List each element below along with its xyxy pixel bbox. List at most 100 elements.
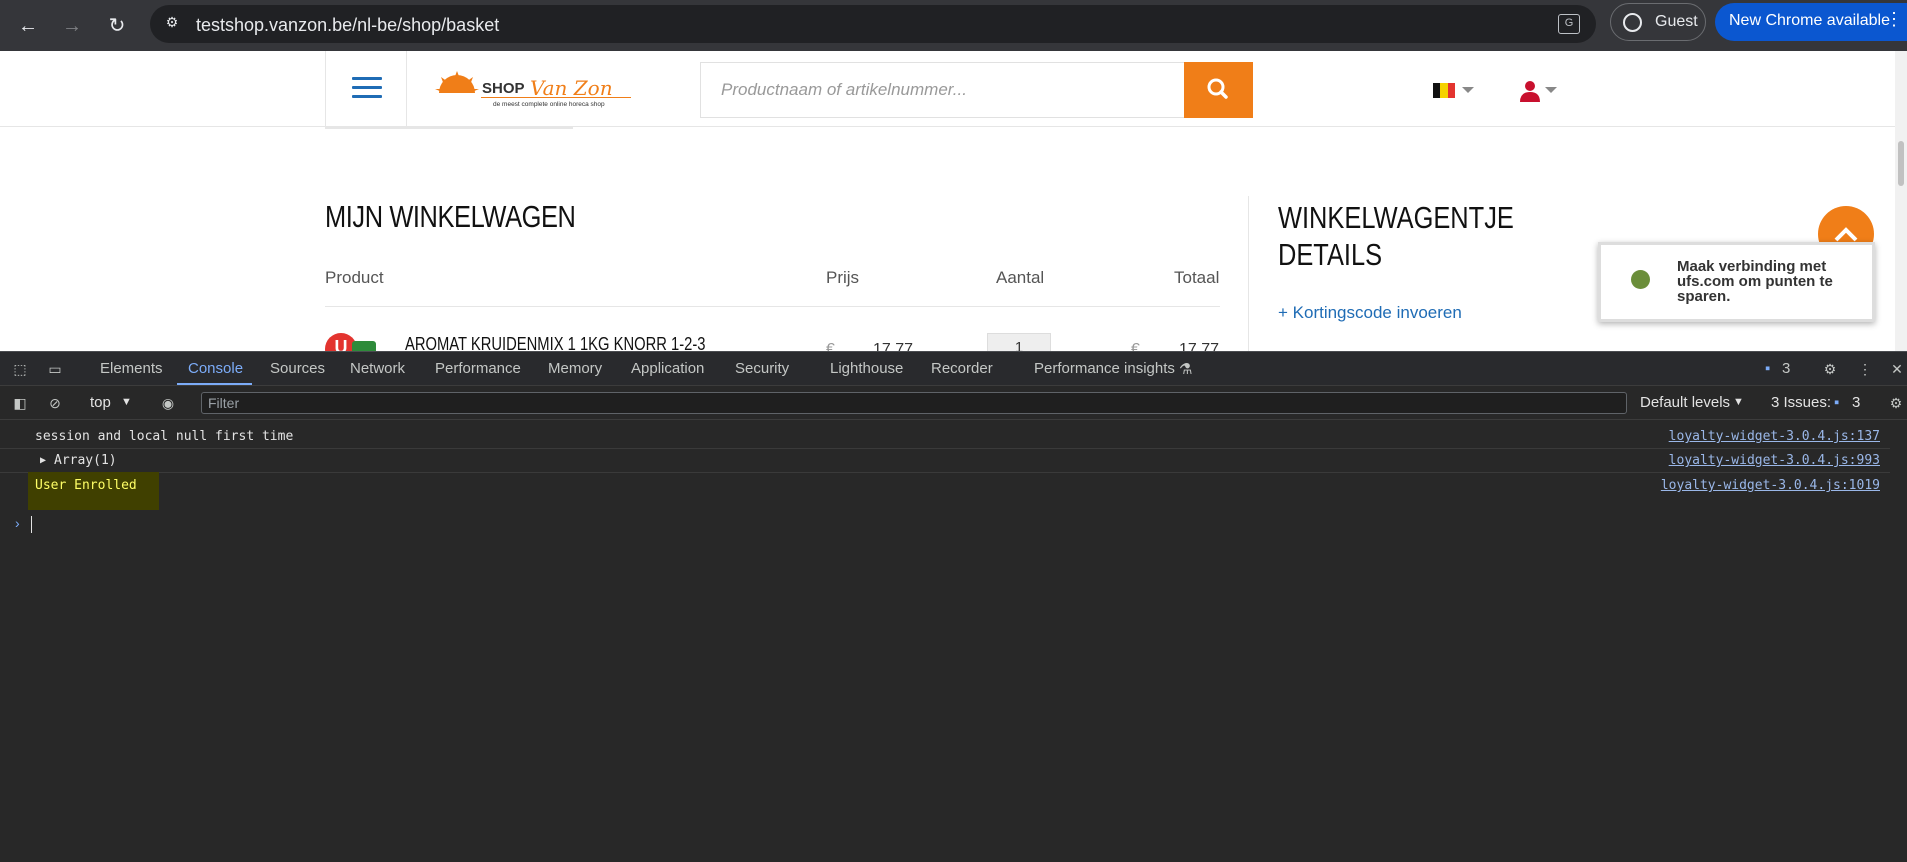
quantity-input[interactable]: 1 bbox=[987, 333, 1051, 351]
chevron-down-icon[interactable]: ▼ bbox=[1733, 396, 1744, 408]
profile-icon bbox=[1623, 13, 1642, 32]
search-button[interactable] bbox=[1184, 62, 1253, 118]
tab-recorder[interactable]: Recorder bbox=[931, 360, 993, 377]
tab-performance[interactable]: Performance bbox=[435, 360, 521, 377]
devtools-panel: ⬚ ▭ Elements Console Sources Network Per… bbox=[0, 351, 1907, 862]
eye-icon[interactable]: ◉ bbox=[159, 394, 177, 412]
inspect-element-icon[interactable]: ⬚ bbox=[11, 360, 29, 378]
chevron-down-icon[interactable]: ▼ bbox=[121, 396, 132, 408]
tab-console[interactable]: Console bbox=[188, 360, 243, 377]
log-source-link[interactable]: loyalty-widget-3.0.4.js:993 bbox=[1669, 453, 1880, 468]
issues-message-icon: ▪ bbox=[1834, 394, 1840, 411]
divider bbox=[325, 127, 573, 129]
product-name[interactable]: AROMAT KRUIDENMIX 1 1KG KNORR 1-2-3 bbox=[405, 334, 705, 351]
status-dot-icon bbox=[1631, 270, 1650, 289]
divider bbox=[325, 306, 1220, 307]
menu-icon bbox=[352, 77, 382, 99]
console-message: session and local null first time loyalt… bbox=[0, 425, 1890, 449]
tab-network[interactable]: Network bbox=[350, 360, 405, 377]
clear-console-icon[interactable]: ⊘ bbox=[46, 394, 64, 412]
price-value: 17,77 bbox=[873, 341, 914, 351]
new-chrome-available-button[interactable]: New Chrome available ⋮ bbox=[1715, 3, 1907, 41]
svg-text:de meest complete online horec: de meest complete online horeca shop bbox=[493, 101, 605, 108]
search-icon bbox=[1207, 78, 1228, 99]
translate-icon[interactable]: G bbox=[1558, 14, 1580, 34]
active-tab-indicator bbox=[177, 383, 252, 385]
chevron-down-icon[interactable] bbox=[1545, 87, 1557, 93]
tab-sources[interactable]: Sources bbox=[270, 360, 325, 377]
tab-lighthouse[interactable]: Lighthouse bbox=[830, 360, 903, 377]
issues-label[interactable]: 3 Issues: bbox=[1771, 394, 1831, 411]
log-text: session and local null first time bbox=[35, 429, 294, 444]
device-toolbar-icon[interactable]: ▭ bbox=[46, 360, 64, 378]
sidebar-toggle-icon[interactable]: ◧ bbox=[11, 394, 29, 412]
issues-count[interactable]: 3 bbox=[1852, 394, 1860, 411]
console-prompt-icon: › bbox=[15, 515, 20, 531]
flask-icon: ⚗ bbox=[1179, 361, 1193, 378]
filter-input[interactable]: Filter bbox=[201, 392, 1627, 414]
loyalty-message: Maak verbinding met ufs.com om punten te… bbox=[1677, 258, 1833, 305]
details-title: WINKELWAGENTJE DETAILS bbox=[1278, 199, 1514, 273]
log-source-link[interactable]: loyalty-widget-3.0.4.js:137 bbox=[1669, 429, 1880, 444]
browser-toolbar: ← → ↻ ⚙ testshop.vanzon.be/nl-be/shop/ba… bbox=[0, 0, 1907, 51]
hamburger-menu-button[interactable] bbox=[325, 51, 407, 127]
details-title-line: DETAILS bbox=[1278, 237, 1383, 272]
product-pack-image bbox=[352, 341, 376, 351]
filter-placeholder: Filter bbox=[208, 395, 240, 411]
console-message: User Enrolled loyalty-widget-3.0.4.js:10… bbox=[0, 472, 1890, 510]
console-message: ▶ Array(1) loyalty-widget-3.0.4.js:993 bbox=[0, 449, 1890, 473]
tab-elements[interactable]: Elements bbox=[100, 360, 163, 377]
tab-performance-insights[interactable]: Performance insights bbox=[1034, 360, 1175, 377]
log-levels-dropdown[interactable]: Default levels bbox=[1640, 394, 1730, 411]
divider bbox=[1248, 196, 1249, 351]
tab-security[interactable]: Security bbox=[735, 360, 789, 377]
forward-arrow-icon[interactable]: → bbox=[56, 10, 88, 42]
search-input[interactable]: Productnaam of artikelnummer... bbox=[700, 62, 1185, 118]
search-placeholder: Productnaam of artikelnummer... bbox=[721, 80, 967, 99]
issues-message-icon[interactable]: ▪ bbox=[1765, 360, 1770, 377]
user-icon[interactable] bbox=[1519, 80, 1541, 102]
details-title-line: WINKELWAGENTJE bbox=[1278, 200, 1514, 235]
column-header-price: Prijs bbox=[826, 268, 860, 287]
belgium-flag-icon[interactable] bbox=[1433, 83, 1455, 98]
devtools-tab-bar: ⬚ ▭ Elements Console Sources Network Per… bbox=[0, 352, 1907, 386]
total-value: 17,77 bbox=[1179, 341, 1220, 351]
log-text[interactable]: Array(1) bbox=[54, 453, 117, 468]
total-currency: € bbox=[1131, 341, 1140, 351]
issues-count-badge[interactable]: 3 bbox=[1782, 360, 1790, 377]
url-text[interactable]: testshop.vanzon.be/nl-be/shop/basket bbox=[196, 15, 499, 36]
svg-text:SHOP: SHOP bbox=[482, 80, 525, 97]
guest-label: Guest bbox=[1655, 13, 1698, 30]
address-bar[interactable]: ⚙ testshop.vanzon.be/nl-be/shop/basket G bbox=[150, 5, 1596, 43]
column-header-product: Product bbox=[325, 268, 384, 287]
guest-profile-button[interactable]: Guest bbox=[1610, 3, 1706, 41]
tab-application[interactable]: Application bbox=[631, 360, 704, 377]
shop-van-zon-logo[interactable]: SHOP Van Zon de meest complete online ho… bbox=[435, 69, 645, 113]
page-viewport: SHOP Van Zon de meest complete online ho… bbox=[0, 51, 1907, 351]
page-title: MIJN WINKELWAGEN bbox=[325, 199, 576, 234]
console-settings-icon[interactable]: ⚙ bbox=[1887, 394, 1905, 412]
chevron-down-icon[interactable] bbox=[1462, 87, 1474, 93]
discount-code-link[interactable]: + Kortingscode invoeren bbox=[1278, 303, 1462, 323]
log-source-link[interactable]: loyalty-widget-3.0.4.js:1019 bbox=[1661, 478, 1880, 493]
tab-memory[interactable]: Memory bbox=[548, 360, 602, 377]
more-vert-icon[interactable]: ⋮ bbox=[1885, 9, 1903, 30]
console-toolbar: ◧ ⊘ top ▼ ◉ Filter Default levels ▼ 3 Is… bbox=[0, 387, 1907, 420]
reload-icon[interactable]: ↻ bbox=[101, 10, 133, 42]
column-header-quantity: Aantal bbox=[996, 268, 1045, 287]
settings-gear-icon[interactable]: ⚙ bbox=[1821, 360, 1839, 378]
close-icon[interactable]: ✕ bbox=[1888, 360, 1906, 378]
price-currency: € bbox=[826, 341, 835, 351]
page-scrollbar[interactable] bbox=[1895, 51, 1907, 351]
log-text: User Enrolled bbox=[35, 478, 137, 493]
column-header-total: Totaal bbox=[1174, 268, 1220, 287]
update-label: New Chrome available bbox=[1729, 12, 1890, 29]
loyalty-widget[interactable]: Maak verbinding met ufs.com om punten te… bbox=[1598, 242, 1875, 322]
expand-triangle-icon[interactable]: ▶ bbox=[40, 455, 46, 466]
back-arrow-icon[interactable]: ← bbox=[12, 10, 44, 42]
more-vert-icon[interactable]: ⋮ bbox=[1856, 360, 1874, 378]
site-info-icon[interactable]: ⚙ bbox=[162, 14, 182, 34]
context-selector[interactable]: top bbox=[90, 394, 111, 411]
site-header: SHOP Van Zon de meest complete online ho… bbox=[0, 51, 1895, 127]
console-input[interactable] bbox=[31, 516, 32, 533]
